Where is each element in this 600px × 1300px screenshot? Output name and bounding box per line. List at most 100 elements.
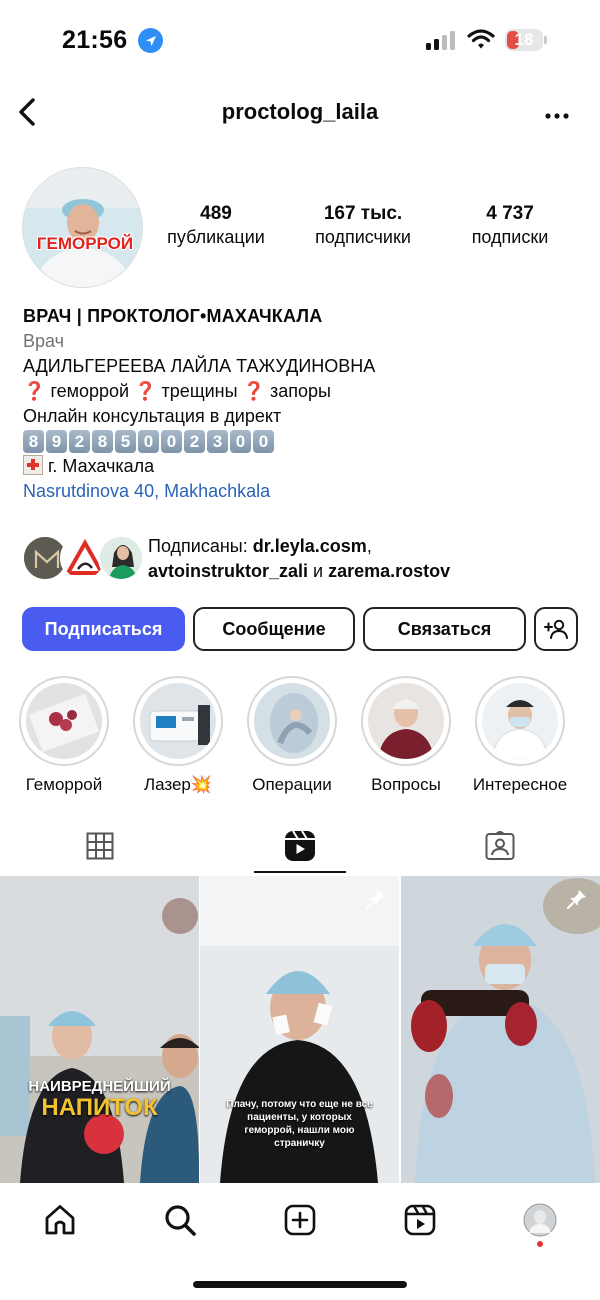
- bio-consultation: Онлайн консультация в директ: [23, 406, 282, 426]
- phone-digit: 0: [230, 430, 251, 453]
- posts-count: 489: [200, 203, 232, 224]
- phone-digit: 9: [46, 430, 67, 453]
- notification-dot: [537, 1241, 543, 1247]
- tab-grid[interactable]: [0, 818, 200, 874]
- suggested-accounts-button[interactable]: [534, 607, 578, 651]
- collision-emoji: 💥: [190, 775, 213, 794]
- profile-bio: ВРАЧ | ПРОКТОЛОГ•МАХАЧКАЛА Врач АДИЛЬГЕР…: [23, 304, 583, 504]
- highlight-item[interactable]: Геморрой: [18, 676, 110, 795]
- highlight-label: Интересное: [472, 775, 568, 794]
- highlight-label: Геморрой: [25, 775, 103, 794]
- reels-grid: НАИВРЕДНЕЙШИЙ НАПИТОК Плачу, потому что …: [0, 876, 600, 1183]
- reel-thumbnail[interactable]: [401, 876, 600, 1183]
- search-icon[interactable]: [160, 1200, 200, 1240]
- tab-tagged[interactable]: [400, 818, 600, 874]
- reel-thumbnail[interactable]: НАИВРЕДНЕЙШИЙ НАПИТОК: [0, 876, 199, 1183]
- bio-topic: трещины: [161, 381, 238, 401]
- highlight-label: Лазер💥: [122, 775, 234, 795]
- profile-avatar[interactable]: ГЕМОРРОЙ: [22, 167, 143, 288]
- add-person-icon: [544, 619, 568, 639]
- question-mark-icon: ❓: [242, 381, 265, 401]
- highlight-cover: [26, 683, 102, 759]
- bio-city-text: г. Махачкала: [48, 456, 155, 476]
- profile-category: Врач: [23, 331, 65, 351]
- battery-level: 18: [514, 30, 534, 49]
- profile-username-title: proctolog_laila: [221, 99, 379, 124]
- wifi-icon: [467, 28, 495, 50]
- highlight-item[interactable]: Вопросы: [360, 676, 452, 795]
- stat-followers[interactable]: 167 тыс. подписчики: [298, 203, 428, 248]
- tab-reels[interactable]: [200, 818, 400, 874]
- followed-by-separator: ,: [366, 536, 372, 556]
- followed-by-conjunction: и: [308, 561, 329, 581]
- stat-following[interactable]: 4 737 подписки: [455, 203, 565, 248]
- highlight-ring: [361, 676, 451, 766]
- grid-icon: [86, 832, 114, 860]
- reels-nav-icon[interactable]: [400, 1200, 440, 1240]
- phone-digit: 8: [23, 430, 44, 453]
- reel-thumbnail[interactable]: Плачу, потому что еще не все пациенты, у…: [200, 876, 399, 1183]
- tagged-icon: [485, 831, 515, 860]
- stat-posts[interactable]: 489 публикации: [155, 203, 277, 248]
- highlight-label: Вопросы: [371, 775, 441, 794]
- followed-by-text: Подписаны: dr.leyla.cosm, avtoinstruktor…: [148, 534, 450, 584]
- location-arrow-icon: [138, 28, 163, 53]
- highlight-item[interactable]: Интересное: [473, 676, 567, 795]
- phone-digit: 3: [207, 430, 228, 453]
- highlight-ring: [475, 676, 565, 766]
- question-mark-icon: ❓: [23, 381, 46, 401]
- phone-digit: 0: [138, 430, 159, 453]
- highlight-label-text: Лазер: [143, 775, 191, 794]
- home-indicator[interactable]: [193, 1281, 407, 1288]
- follower-username[interactable]: avtoinstruktor_zali: [148, 561, 308, 581]
- pin-icon: [365, 888, 387, 910]
- profile-avatar-icon[interactable]: [520, 1200, 560, 1240]
- bio-city: г. Махачкала: [23, 454, 583, 479]
- posts-label: публикации: [167, 227, 265, 247]
- bio-topic: геморрой: [50, 381, 130, 401]
- highlight-cover: [254, 683, 330, 759]
- bio-full-name: АДИЛЬГЕРЕЕВА ЛАЙЛА ТАЖУДИНОВНА: [23, 356, 376, 376]
- active-tab-indicator: [254, 871, 346, 873]
- followers-count: 167 тыс.: [323, 203, 403, 224]
- phone-digit: 5: [115, 430, 136, 453]
- more-dots-icon[interactable]: [544, 100, 570, 126]
- reel-caption-line: НАИВРЕДНЕЙШИЙ: [28, 1078, 171, 1095]
- profile-display-name: ВРАЧ | ПРОКТОЛОГ•МАХАЧКАЛА: [23, 306, 323, 326]
- following-count: 4 737: [486, 203, 534, 224]
- highlight-cover: [140, 683, 216, 759]
- reels-icon: [285, 830, 315, 861]
- highlight-item[interactable]: Операции: [246, 676, 338, 795]
- bio-topic: запоры: [270, 381, 331, 401]
- highlight-item[interactable]: Лазер💥: [132, 676, 224, 795]
- avatar-banner-text: ГЕМОРРОЙ: [36, 234, 134, 253]
- create-post-icon[interactable]: [280, 1200, 320, 1240]
- message-button[interactable]: Сообщение: [193, 607, 355, 651]
- phone-digit: 0: [253, 430, 274, 453]
- bottom-navigation: [0, 1188, 600, 1258]
- highlight-ring: [133, 676, 223, 766]
- follower-username[interactable]: dr.leyla.cosm: [253, 536, 367, 556]
- highlight-cover: [368, 683, 444, 759]
- follower-username[interactable]: zarema.rostov: [328, 561, 450, 581]
- followed-by[interactable]: Подписаны: dr.leyla.cosm, avtoinstruktor…: [22, 533, 592, 583]
- address-link[interactable]: Nasrutdinova 40, Makhachkala: [23, 479, 583, 504]
- phone-digit: 8: [92, 430, 113, 453]
- pin-icon: [566, 888, 588, 910]
- status-bar: 21:56 18: [0, 0, 600, 80]
- followers-label: подписчики: [315, 227, 411, 247]
- cellular-signal-icon: [426, 30, 458, 50]
- highlight-label: Операции: [252, 775, 332, 794]
- follow-button[interactable]: Подписаться: [22, 607, 185, 651]
- hospital-icon: [23, 455, 43, 475]
- contact-button[interactable]: Связаться: [363, 607, 526, 651]
- phone-digit: 2: [184, 430, 205, 453]
- highlight-cover: [482, 683, 558, 759]
- bio-topics: ❓ геморрой ❓ трещины ❓ запоры: [23, 379, 583, 404]
- phone-digit: 0: [161, 430, 182, 453]
- status-time: 21:56: [62, 26, 128, 54]
- highlight-ring: [247, 676, 337, 766]
- home-icon[interactable]: [40, 1200, 80, 1240]
- battery-icon: 18: [505, 29, 547, 51]
- question-mark-icon: ❓: [134, 381, 157, 401]
